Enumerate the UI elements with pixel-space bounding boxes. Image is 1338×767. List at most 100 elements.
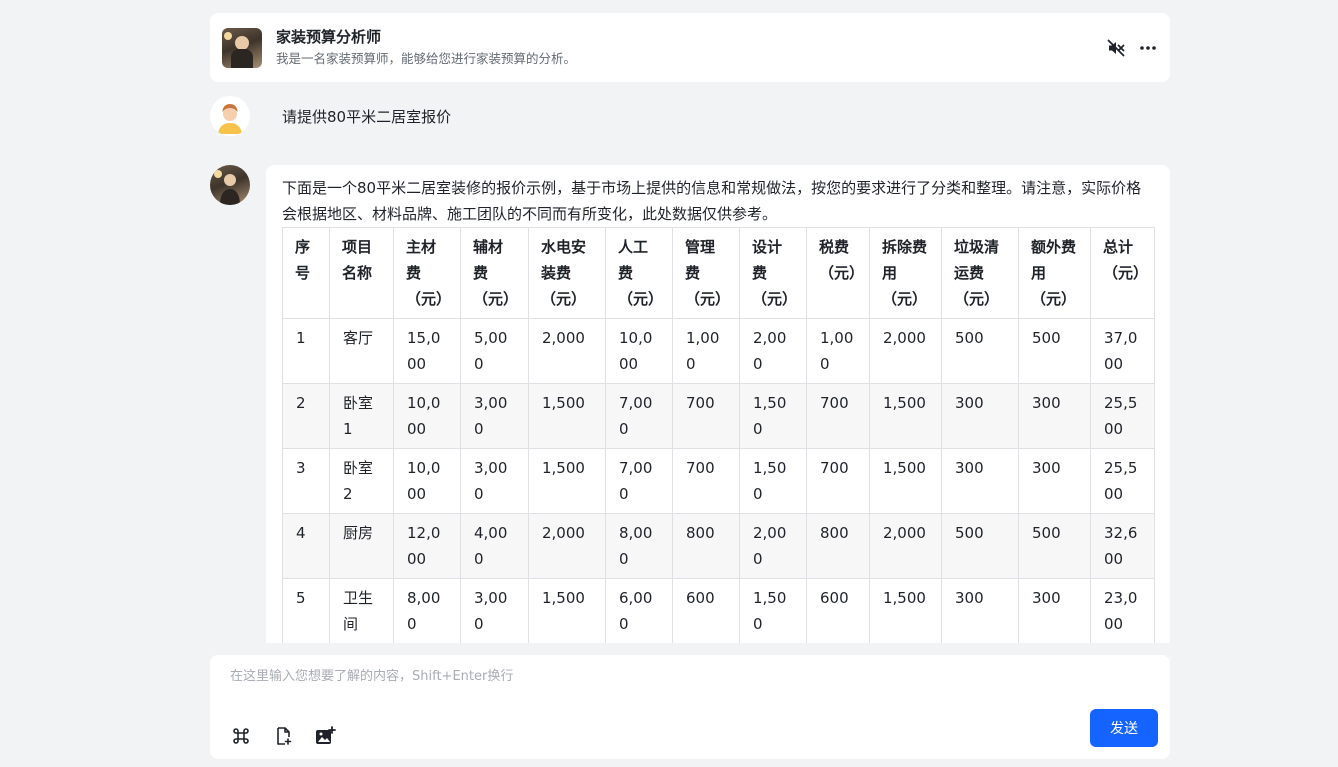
table-header-cell: 税费（元）: [806, 227, 870, 319]
bot-message-bubble: 下面是一个80平米二居室装修的报价示例，基于市场上提供的信息和常规做法，按您的要…: [266, 165, 1170, 643]
table-cell: 500: [1018, 513, 1091, 579]
table-cell: 1,500: [739, 578, 807, 643]
header-actions: [1106, 38, 1158, 58]
table-cell: 3,000: [460, 383, 529, 449]
table-cell: 300: [941, 383, 1019, 449]
table-header-cell: 设计费（元）: [739, 227, 807, 319]
mute-icon[interactable]: [1106, 38, 1126, 58]
table-cell: 300: [1018, 383, 1091, 449]
message-input[interactable]: [230, 665, 1130, 695]
table-header-cell: 人工费（元）: [605, 227, 673, 319]
table-cell: 4,000: [460, 513, 529, 579]
table-cell: 2,000: [869, 318, 942, 384]
table-cell: 700: [672, 383, 740, 449]
table-cell: 10,000: [605, 318, 673, 384]
table-cell: 2,000: [739, 513, 807, 579]
table-cell: 600: [672, 578, 740, 643]
table-cell: 6,000: [605, 578, 673, 643]
table-cell: 12,000: [393, 513, 461, 579]
table-row: 2 卧室1 10,000 3,000 1,500 7,000 700 1,500 700 1,50…: [282, 383, 1155, 449]
table-cell: 800: [672, 513, 740, 579]
table-cell: 10,000: [393, 448, 461, 514]
bot-message-intro: 下面是一个80平米二居室装修的报价示例，基于市场上提供的信息和常规做法，按您的要…: [282, 179, 1142, 223]
table-cell: 300: [1018, 448, 1091, 514]
table-cell: 卫生间: [329, 578, 394, 643]
table-cell: 卧室2: [329, 448, 394, 514]
user-message-text: 请提供80平米二居室报价: [282, 107, 452, 126]
table-cell: 500: [941, 318, 1019, 384]
table-row: 5 卫生间 8,000 3,000 1,500 6,000 600 1,500 600 1,500…: [282, 578, 1155, 643]
table-cell: 1,500: [869, 383, 942, 449]
table-header-cell: 序号: [282, 227, 330, 319]
table-row: 1 客厅 15,000 5,000 2,000 10,000 1,000 2,000 1,000…: [282, 318, 1155, 384]
table-cell: 23,000: [1090, 578, 1155, 643]
table-header-cell: 拆除费用（元）: [869, 227, 942, 319]
table-cell: 1,500: [739, 383, 807, 449]
table-cell: 7,000: [605, 383, 673, 449]
table-cell: 1,500: [528, 578, 606, 643]
table-header-cell: 辅材费（元）: [460, 227, 529, 319]
table-cell: 7,000: [605, 448, 673, 514]
bot-subtitle: 我是一名家装预算师，能够给您进行家装预算的分析。: [276, 51, 577, 66]
user-message-row: 请提供80平米二居室报价: [210, 96, 451, 136]
table-cell: 1,000: [672, 318, 740, 384]
table-header-cell: 主材费（元）: [393, 227, 461, 319]
table-cell: 1: [282, 318, 330, 384]
table-header-cell: 项目名称: [329, 227, 394, 319]
table-cell: 37,000: [1090, 318, 1155, 384]
table-cell: 25,500: [1090, 383, 1155, 449]
table-cell: 2,000: [528, 513, 606, 579]
table-cell: 2: [282, 383, 330, 449]
bot-message-avatar: [210, 165, 250, 205]
table-cell: 1,500: [528, 383, 606, 449]
table-header-cell: 管理费（元）: [672, 227, 740, 319]
table-cell: 300: [1018, 578, 1091, 643]
table-cell: 2,000: [528, 318, 606, 384]
table-cell: 5: [282, 578, 330, 643]
table-cell: 5,000: [460, 318, 529, 384]
table-cell: 厨房: [329, 513, 394, 579]
chat-header: 家装预算分析师 我是一名家装预算师，能够给您进行家装预算的分析。: [210, 13, 1170, 82]
table-cell: 15,000: [393, 318, 461, 384]
table-cell: 8,000: [605, 513, 673, 579]
table-cell: 客厅: [329, 318, 394, 384]
bot-avatar: [222, 27, 262, 68]
table-cell: 8,000: [393, 578, 461, 643]
table-cell: 700: [806, 448, 870, 514]
table-cell: 500: [1018, 318, 1091, 384]
table-row: 3 卧室2 10,000 3,000 1,500 7,000 700 1,500 700 1,50…: [282, 448, 1155, 514]
table-cell: 2,000: [869, 513, 942, 579]
table-cell: 32,600: [1090, 513, 1155, 579]
table-cell: 10,000: [393, 383, 461, 449]
table-cell: 500: [941, 513, 1019, 579]
table-cell: 700: [672, 448, 740, 514]
table-cell: 3,000: [460, 578, 529, 643]
table-row: 4 厨房 12,000 4,000 2,000 8,000 800 2,000 800 2,000…: [282, 513, 1155, 579]
table-header-cell: 垃圾清运费（元）: [941, 227, 1019, 319]
header-text: 家装预算分析师 我是一名家装预算师，能够给您进行家装预算的分析。: [276, 26, 576, 69]
table-cell: 4: [282, 513, 330, 579]
image-add-icon[interactable]: [314, 725, 336, 747]
table-header-row: 序号 项目名称 主材费（元） 辅材费（元） 水电安装费（元） 人工费（元） 管理费（元） 设计…: [282, 227, 1155, 319]
table-cell: 600: [806, 578, 870, 643]
send-button[interactable]: 发送: [1090, 709, 1158, 747]
table-cell: 300: [941, 448, 1019, 514]
table-cell: 2,000: [739, 318, 807, 384]
table-cell: 300: [941, 578, 1019, 643]
table-header-cell: 额外费用（元）: [1018, 227, 1091, 319]
table-cell: 25,500: [1090, 448, 1155, 514]
more-icon[interactable]: [1138, 38, 1158, 58]
table-cell: 1,500: [869, 448, 942, 514]
table-header-cell: 水电安装费（元）: [528, 227, 606, 319]
command-icon[interactable]: [230, 725, 252, 747]
table-cell: 卧室1: [329, 383, 394, 449]
table-cell: 1,500: [739, 448, 807, 514]
table-cell: 700: [806, 383, 870, 449]
file-add-icon[interactable]: [272, 725, 294, 747]
user-avatar: [210, 96, 250, 136]
bot-title: 家装预算分析师: [276, 28, 382, 46]
table-cell: 3: [282, 448, 330, 514]
table-cell: 3,000: [460, 448, 529, 514]
table-cell: 800: [806, 513, 870, 579]
composer: 发送: [210, 655, 1170, 759]
